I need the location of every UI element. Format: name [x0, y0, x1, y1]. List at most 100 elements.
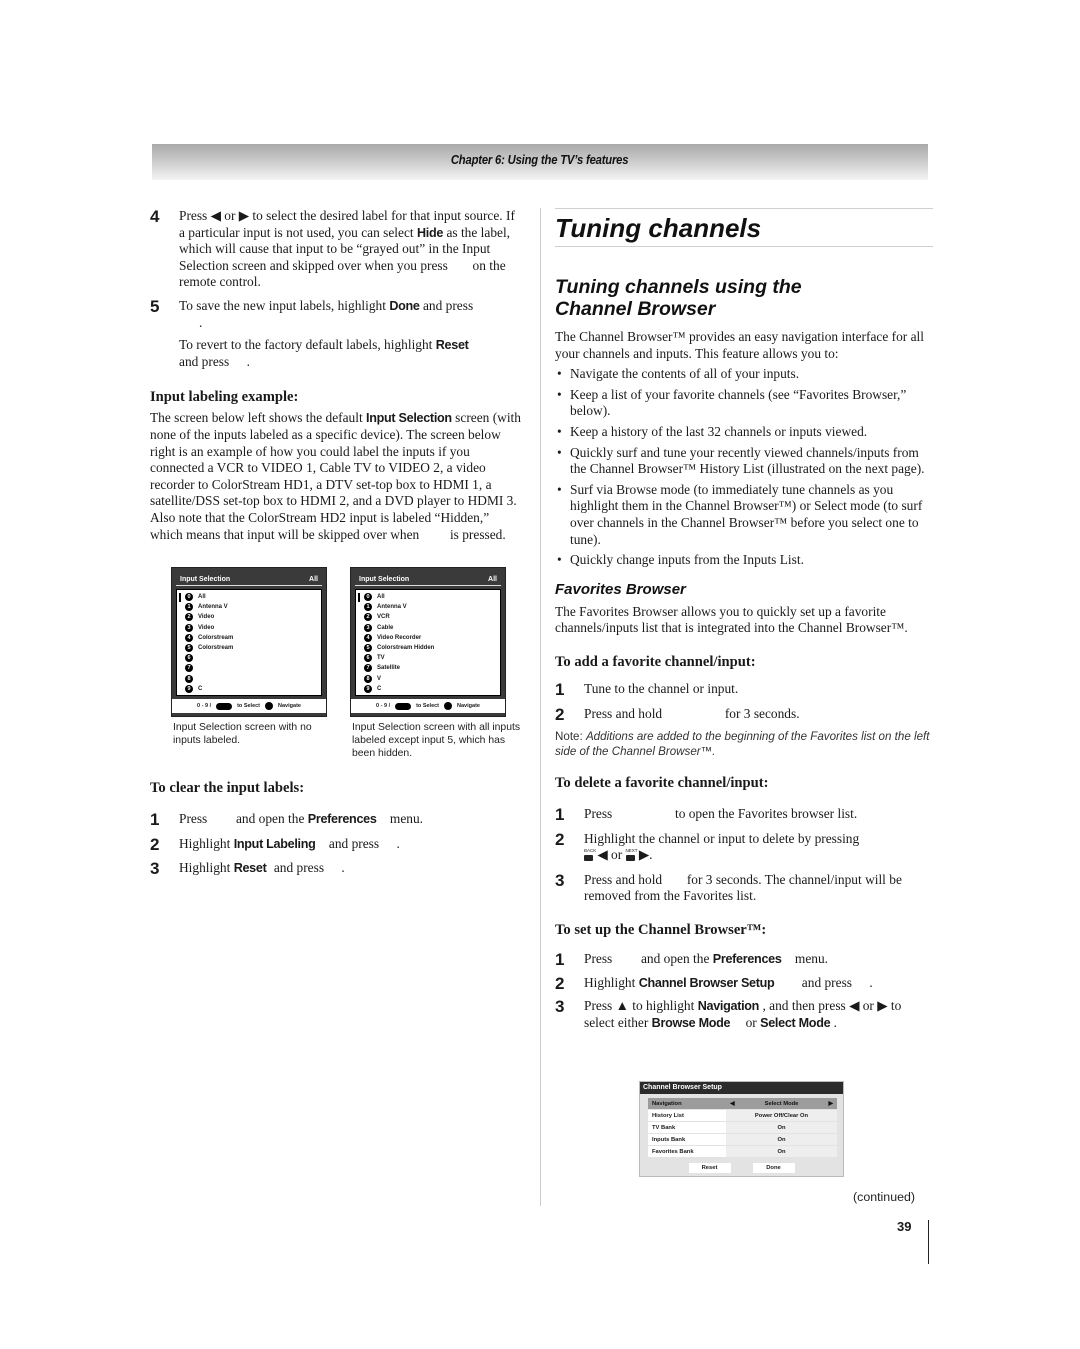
input-number-icon: 3	[364, 623, 372, 632]
input-number-icon: 0	[364, 593, 372, 602]
input-list-item: 3 Cable	[359, 623, 497, 633]
step-5: 5 To save the new input labels, highligh…	[150, 298, 522, 370]
input-list-item: 4 Colorstream	[180, 633, 318, 643]
screen-title: Channel Browser Setup	[640, 1082, 843, 1094]
input-number-icon: 1	[364, 603, 372, 612]
setup-value: ◀ Select Mode ▶	[726, 1098, 837, 1109]
input-list-item: 2 Video	[180, 612, 318, 622]
add-step-2: 2 Press and hold for 3 seconds.	[555, 704, 800, 724]
input-list-item: 8	[180, 674, 318, 684]
input-list-item: 6	[180, 653, 318, 663]
input-label: Colorstream	[198, 634, 234, 641]
input-label: All	[198, 594, 206, 601]
input-label: Video	[198, 614, 215, 621]
input-number-icon: 4	[185, 633, 193, 642]
left-column: 4 Press ◀ or ▶ to select the desired lab…	[150, 208, 522, 543]
clear-step-2: 2 Highlight Input Labeling and press .	[150, 834, 400, 854]
channel-browser-setup-screen: Channel Browser Setup Navigation ◀ Select …	[639, 1081, 844, 1177]
back-button-icon: BACK	[584, 848, 596, 862]
left-arrow-icon[interactable]: ◀	[730, 1101, 734, 1107]
continued-label: (continued)	[853, 1190, 915, 1204]
input-label: Satellite	[377, 665, 401, 672]
input-label: Antenna V	[377, 604, 407, 611]
right-column: Tuning channels Tuning channels using th…	[555, 208, 933, 1031]
delete-step-3: 3 Press and hold for 3 seconds. The chan…	[555, 870, 902, 904]
ok-button-icon	[395, 702, 412, 710]
screen-title: Input Selection	[359, 576, 410, 583]
input-list-item: 1 Antenna V	[180, 602, 318, 612]
input-list-item: 0 All	[180, 592, 318, 602]
delete-favorite-heading: To delete a favorite channel/input:	[555, 775, 769, 792]
input-number-icon: 7	[364, 664, 372, 673]
add-step-1: 1 Tune to the channel or input.	[555, 679, 739, 699]
input-list-item: 5 Colorstream	[180, 643, 318, 653]
input-label: Video	[198, 624, 215, 631]
ok-button-icon	[216, 702, 233, 710]
input-number-icon: 6	[185, 654, 193, 663]
setup-value: On	[726, 1146, 837, 1157]
section-title: Tuning channels	[555, 208, 933, 247]
setup-row[interactable]: Navigation ◀ Select Mode ▶	[648, 1098, 837, 1109]
clear-labels-heading: To clear the input labels:	[150, 780, 305, 796]
setup-key: Inputs Bank	[648, 1134, 726, 1145]
input-number-icon: 5	[364, 644, 372, 653]
input-list-item: 8V	[359, 674, 497, 684]
input-label: Antenna V	[198, 604, 228, 611]
feature-list-item: Surf via Browse mode (to immediately tun…	[555, 482, 933, 548]
setup-row[interactable]: History List Power Off/Clear On	[648, 1110, 837, 1121]
feature-list: Navigate the contents of all of your inp…	[555, 366, 933, 569]
input-number-icon: 8	[185, 674, 193, 683]
setup-step-3: 3 Press ▲ to highlight Navigation , and …	[555, 997, 902, 1030]
input-list-item: 6 TV	[359, 653, 497, 663]
setup-row[interactable]: Inputs Bank On	[648, 1134, 837, 1145]
input-number-icon: 9	[185, 684, 193, 693]
input-number-icon: 0	[185, 593, 193, 602]
input-list-item: 3 Video	[180, 623, 318, 633]
input-label: Colorstream Hidden	[377, 645, 435, 652]
revert-text: To revert to the factory default labels,…	[179, 337, 469, 369]
setup-browser-heading: To set up the Channel Browser™:	[555, 922, 767, 939]
feature-list-item: Quickly change inputs from the Inputs Li…	[555, 552, 933, 569]
input-labeling-heading: Input labeling example:	[150, 389, 299, 406]
reset-label: Reset	[435, 338, 469, 353]
selection-cursor	[358, 593, 360, 602]
reset-button[interactable]: Reset	[688, 1163, 731, 1173]
navigate-pad-icon	[444, 702, 453, 710]
screen-footer: 0 - 9 / to Select Navigate	[351, 699, 505, 713]
input-number-icon: 1	[185, 603, 193, 612]
clear-step-3: 3 Highlight Reset and press .	[150, 859, 345, 879]
input-label: Video Recorder	[377, 634, 422, 641]
input-number-icon: 2	[364, 613, 372, 622]
step-number: 4	[150, 207, 160, 226]
next-button-icon: NEXT	[625, 848, 638, 862]
input-number-icon: 3	[185, 623, 193, 632]
intro-text: The Channel Browser™ provides an easy na…	[555, 329, 924, 361]
setup-value: On	[726, 1134, 837, 1145]
input-number-icon: 2	[185, 613, 193, 622]
done-button[interactable]: Done	[752, 1163, 795, 1173]
input-number-icon: 8	[364, 674, 372, 683]
setup-key: Favorites Bank	[648, 1146, 726, 1157]
input-number-icon: 9	[364, 684, 372, 693]
step-4: 4 Press ◀ or ▶ to select the desired lab…	[150, 207, 515, 290]
chapter-header-bar: Chapter 6: Using the TV’s features	[152, 144, 928, 180]
favorites-text: The Favorites Browser allows you to quic…	[555, 603, 908, 636]
right-arrow-icon[interactable]: ▶	[829, 1101, 833, 1107]
input-number-icon: 4	[364, 633, 372, 642]
feature-list-item: Navigate the contents of all of your inp…	[555, 366, 933, 383]
favorites-note: Note: Additions are added to the beginni…	[555, 730, 930, 759]
setup-key: History List	[648, 1110, 726, 1121]
input-list-item: 7	[180, 663, 318, 673]
setup-row[interactable]: TV Bank On	[648, 1122, 837, 1133]
hide-label: Hide	[417, 225, 444, 240]
done-label: Done	[389, 298, 420, 313]
setup-row[interactable]: Favorites Bank On	[648, 1146, 837, 1157]
column-divider	[540, 208, 541, 1206]
caption-default-screen: Input Selection screen with no inputs la…	[173, 722, 312, 746]
input-label: Cable	[377, 624, 394, 631]
input-label: C	[377, 685, 382, 692]
input-list-item: 1 Antenna V	[359, 602, 497, 612]
input-label: VCR	[377, 614, 390, 621]
input-list-item: 4 Video Recorder	[359, 633, 497, 643]
caption-labeled-screen: Input Selection screen with all inputs l…	[352, 722, 521, 759]
